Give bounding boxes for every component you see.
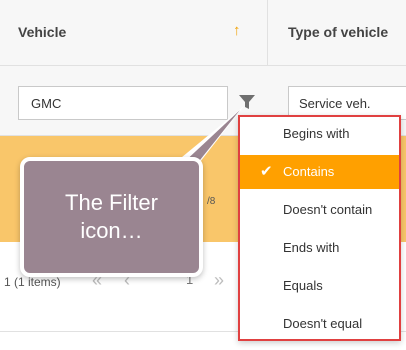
grid-screenshot: Vehicle ↑ Type of vehicle /8 1 (1 items)…: [0, 0, 406, 350]
vehicle-filter-input[interactable]: [18, 86, 228, 120]
menu-item-ends-with[interactable]: Ends with: [240, 231, 399, 265]
double-chevron-right-icon[interactable]: »: [214, 270, 224, 291]
callout-bubble: The Filter icon…: [20, 157, 203, 277]
menu-item-label: Doesn't contain: [283, 202, 373, 217]
column-header-type-of-vehicle[interactable]: Type of vehicle: [288, 24, 388, 40]
callout-text-line-2: icon…: [80, 218, 143, 243]
row-value-fragment: /8: [207, 196, 216, 207]
menu-item-equals[interactable]: Equals: [240, 269, 399, 303]
menu-item-label: Equals: [283, 278, 323, 293]
callout-text-line-1: The Filter: [65, 190, 158, 215]
menu-item-doesnt-contain[interactable]: Doesn't contain: [240, 193, 399, 227]
menu-item-label: Begins with: [283, 126, 350, 141]
column-header-vehicle[interactable]: Vehicle: [18, 24, 66, 40]
filter-icon[interactable]: [238, 93, 256, 111]
menu-item-label: Ends with: [283, 240, 340, 255]
filter-condition-menu: Begins with ✔ Contains Doesn't contain E…: [238, 115, 401, 341]
menu-item-begins-with[interactable]: Begins with: [240, 117, 399, 151]
pager-item-count: 1 (1 items): [4, 275, 61, 289]
menu-item-contains[interactable]: ✔ Contains: [240, 155, 399, 189]
menu-item-label: Doesn't equal: [283, 316, 363, 331]
column-divider: [267, 0, 268, 66]
sort-ascending-icon[interactable]: ↑: [233, 22, 241, 39]
menu-item-doesnt-equal[interactable]: Doesn't equal: [240, 307, 399, 341]
checkmark-icon: ✔: [260, 163, 273, 180]
menu-item-label: Contains: [283, 164, 335, 179]
